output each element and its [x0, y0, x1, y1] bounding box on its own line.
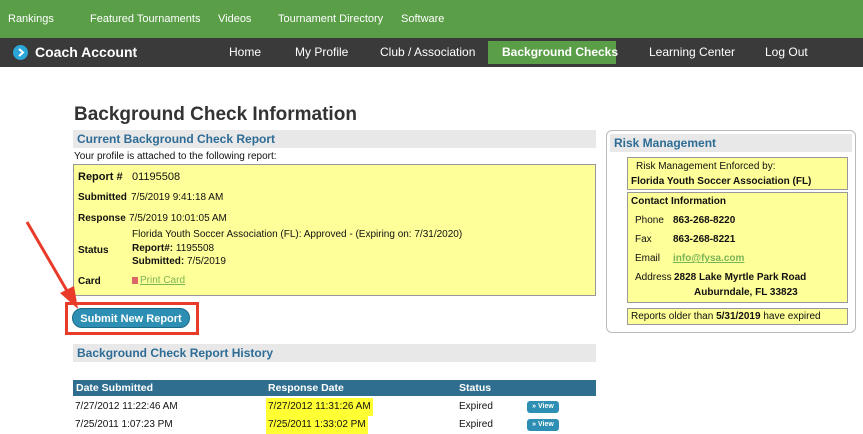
- nav-my-profile[interactable]: My Profile: [295, 38, 348, 67]
- risk-enforced-box: Risk Management Enforced by: Florida You…: [627, 157, 848, 190]
- submitted-value: 7/5/2019 9:41:18 AM: [131, 192, 224, 203]
- risk-management-panel: Risk Management Risk Management Enforced…: [606, 130, 856, 333]
- status-report-value: 1195508: [175, 243, 215, 254]
- address-line1: 2828 Lake Myrtle Park Road: [674, 272, 807, 283]
- history-table-header: Date Submitted Response Date Status: [73, 380, 596, 396]
- current-report-header: Current Background Check Report: [73, 130, 596, 148]
- risk-management-title: Risk Management: [610, 134, 852, 152]
- expire-notice: Reports older than 5/31/2019 have expire…: [631, 311, 821, 322]
- address-line2: Auburndale, FL 33823: [694, 287, 798, 298]
- status-label: Status: [78, 245, 109, 256]
- status-report-label: Report#:: [132, 243, 174, 254]
- print-icon: [132, 277, 138, 284]
- coach-account-bar: Coach Account Home My Profile Club / Ass…: [0, 38, 863, 67]
- row-status: Expired: [459, 401, 493, 412]
- submit-new-report-button[interactable]: Submit New Report: [72, 308, 190, 328]
- nav-club-association[interactable]: Club / Association: [380, 38, 475, 67]
- page-title: Background Check Information: [74, 104, 357, 125]
- email-label: Email: [635, 253, 661, 264]
- risk-enforced-label: Risk Management Enforced by:: [636, 161, 776, 172]
- view-button[interactable]: » View: [527, 401, 559, 413]
- current-report-box: Report # 01195508 Submitted 7/5/2019 9:4…: [73, 164, 596, 296]
- nav-tournament-directory[interactable]: Tournament Directory: [278, 0, 383, 38]
- response-label: Response: [78, 213, 126, 224]
- col-status: Status: [459, 382, 492, 394]
- status-submitted-label: Submitted:: [132, 256, 185, 267]
- nav-log-out[interactable]: Log Out: [765, 38, 808, 67]
- nav-home[interactable]: Home: [229, 38, 261, 67]
- view-button[interactable]: » View: [527, 419, 559, 431]
- row-response: 7/25/2011 1:33:02 PM: [266, 416, 368, 434]
- contact-info-box: Contact Information Phone 863-268-8220 F…: [627, 192, 848, 303]
- expire-suffix: have expired: [763, 311, 821, 322]
- top-nav: Rankings Featured Tournaments Videos Tou…: [0, 0, 863, 38]
- phone-label: Phone: [635, 215, 664, 226]
- table-row: 7/25/2011 1:07:23 PM 7/25/2011 1:33:02 P…: [73, 416, 596, 434]
- row-submitted: 7/25/2011 1:07:23 PM: [75, 419, 173, 430]
- row-status: Expired: [459, 419, 493, 430]
- annotation-highlight-box: Submit New Report: [65, 302, 199, 335]
- history-header: Background Check Report History: [73, 344, 596, 362]
- submitted-label: Submitted: [78, 192, 127, 203]
- risk-enforced-org: Florida Youth Soccer Association (FL): [631, 176, 812, 187]
- address-label: Address: [635, 272, 672, 283]
- arrow-right-circle-icon: [13, 45, 28, 60]
- expire-date: 5/31/2019: [716, 311, 761, 322]
- card-label: Card: [78, 276, 101, 287]
- nav-featured-tournaments[interactable]: Featured Tournaments: [90, 0, 200, 38]
- contact-title: Contact Information: [631, 196, 726, 207]
- fax-value: 863-268-8221: [673, 234, 736, 245]
- nav-rankings[interactable]: Rankings: [8, 0, 54, 38]
- status-report-line: Report#: 1195508: [132, 243, 214, 254]
- row-submitted: 7/27/2012 11:22:46 AM: [75, 401, 178, 412]
- status-submitted-value: 7/5/2019: [187, 256, 226, 267]
- nav-videos[interactable]: Videos: [218, 0, 251, 38]
- nav-software[interactable]: Software: [401, 0, 444, 38]
- status-line1: Florida Youth Soccer Association (FL): A…: [132, 229, 463, 240]
- status-submitted-line: Submitted: 7/5/2019: [132, 256, 226, 267]
- col-response-date: Response Date: [268, 382, 344, 394]
- fax-label: Fax: [635, 234, 652, 245]
- print-card-link-wrap[interactable]: Print Card: [132, 275, 185, 286]
- expire-notice-box: Reports older than 5/31/2019 have expire…: [627, 308, 848, 325]
- table-row: 7/27/2012 11:22:46 AM 7/27/2012 11:31:26…: [73, 398, 596, 416]
- expire-prefix: Reports older than: [631, 311, 714, 322]
- coach-account-title: Coach Account: [35, 44, 138, 60]
- email-link[interactable]: info@fysa.com: [673, 253, 744, 264]
- col-date-submitted: Date Submitted: [76, 382, 154, 394]
- phone-value: 863-268-8220: [673, 215, 736, 226]
- intro-text: Your profile is attached to the followin…: [74, 151, 277, 162]
- response-value: 7/5/2019 10:01:05 AM: [129, 213, 227, 224]
- report-number-value: 01195508: [132, 171, 181, 183]
- row-response: 7/27/2012 11:31:26 AM: [266, 398, 373, 416]
- nav-learning-center[interactable]: Learning Center: [649, 38, 735, 67]
- nav-background-checks[interactable]: Background Checks: [502, 38, 618, 67]
- report-number-label: Report #: [78, 171, 123, 183]
- print-card-link[interactable]: Print Card: [140, 275, 185, 286]
